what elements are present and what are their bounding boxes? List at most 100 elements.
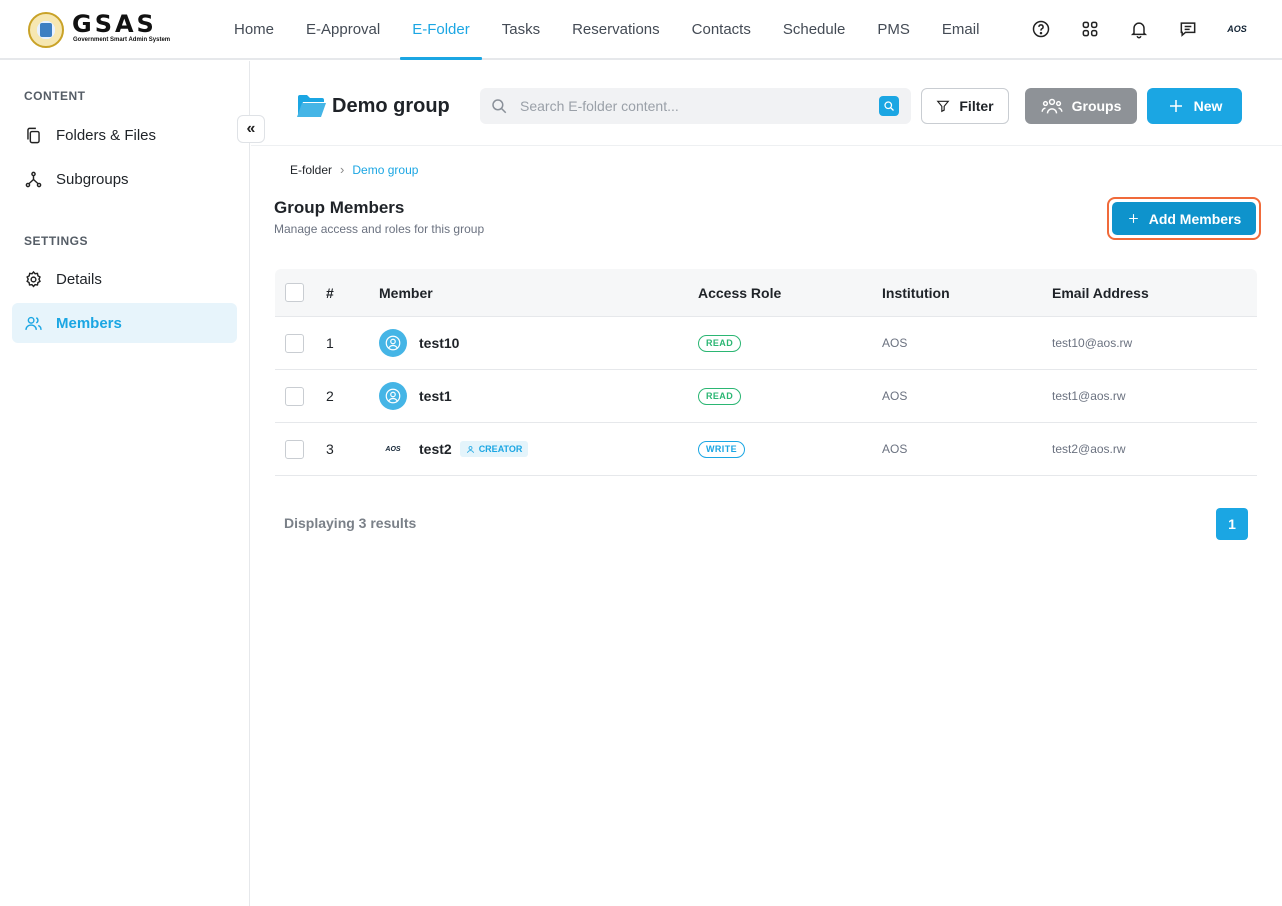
bell-icon[interactable] bbox=[1124, 14, 1154, 44]
search-icon bbox=[884, 101, 894, 111]
member-cell: test10 bbox=[379, 317, 459, 369]
gear-icon bbox=[26, 270, 41, 287]
nav-e-approval[interactable]: E-Approval bbox=[294, 0, 392, 58]
access-role-badge: WRITE bbox=[698, 440, 745, 458]
column-header-number: # bbox=[326, 284, 334, 301]
groups-icon bbox=[1041, 98, 1063, 114]
institution: AOS bbox=[882, 389, 908, 403]
table-row[interactable]: 1 test10 READ AOS test10@aos.rw bbox=[275, 317, 1257, 370]
nav-pms[interactable]: PMS bbox=[865, 0, 922, 58]
sidebar-item-members[interactable]: Members bbox=[12, 303, 237, 343]
breadcrumb: E-folder › Demo group bbox=[290, 162, 418, 177]
column-header-email[interactable]: Email Address bbox=[1052, 269, 1149, 316]
subgroups-icon bbox=[25, 171, 42, 187]
filter-button[interactable]: Filter bbox=[921, 88, 1009, 124]
nav-reservations[interactable]: Reservations bbox=[560, 0, 672, 58]
member-name: test10 bbox=[419, 335, 460, 351]
settings-section-label: SETTINGS bbox=[24, 234, 89, 248]
gsas-logo[interactable]: GSAS Government Smart Admin System bbox=[28, 10, 188, 50]
search-bar bbox=[480, 88, 911, 124]
filter-icon bbox=[936, 100, 950, 113]
sidebar-item-label: Folders & Files bbox=[56, 126, 157, 144]
table-row[interactable]: 3 AOS test2 CREATOR WRITE AOS test2@aos.… bbox=[275, 423, 1257, 476]
search-input[interactable] bbox=[520, 88, 860, 124]
sidebar-item-label: Members bbox=[56, 314, 122, 332]
results-count: Displaying 3 results bbox=[284, 515, 417, 531]
chevron-right-icon: › bbox=[340, 162, 345, 177]
user-avatar-icon bbox=[379, 382, 407, 410]
row-checkbox[interactable] bbox=[285, 386, 304, 406]
sidebar-item-folders-files[interactable]: Folders & Files bbox=[12, 115, 237, 155]
access-role-badge: READ bbox=[698, 334, 742, 352]
content-header: Demo group Filter Groups New bbox=[251, 61, 1282, 146]
filter-label: Filter bbox=[959, 98, 994, 114]
email-address: test10@aos.rw bbox=[1052, 336, 1133, 350]
breadcrumb-root[interactable]: E-folder bbox=[290, 163, 332, 177]
add-members-label: Add Members bbox=[1148, 210, 1242, 227]
top-bar: GSAS Government Smart Admin System Home … bbox=[0, 0, 1282, 60]
nav-schedule[interactable]: Schedule bbox=[771, 0, 858, 58]
nav-email[interactable]: Email bbox=[930, 0, 992, 58]
plus-icon bbox=[1169, 100, 1182, 112]
user-icon bbox=[466, 445, 474, 453]
breadcrumb-current[interactable]: Demo group bbox=[352, 163, 418, 177]
folder-title-text: Demo group bbox=[332, 94, 450, 117]
content-section-label: CONTENT bbox=[24, 89, 86, 103]
folder-title: Demo group bbox=[297, 93, 450, 119]
member-cell: test1 bbox=[379, 370, 452, 422]
email-address: test1@aos.rw bbox=[1052, 389, 1126, 403]
add-members-highlight: Add Members bbox=[1107, 197, 1261, 240]
row-number: 3 bbox=[326, 441, 334, 457]
folder-open-icon bbox=[297, 95, 326, 117]
brand-name: GSAS bbox=[72, 10, 157, 38]
row-checkbox[interactable] bbox=[285, 439, 304, 459]
sidebar: CONTENT Folders & Files Subgroups SETTIN… bbox=[0, 61, 250, 906]
national-seal-icon bbox=[28, 12, 64, 48]
search-icon bbox=[492, 99, 507, 114]
help-icon[interactable] bbox=[1026, 14, 1056, 44]
files-icon bbox=[27, 127, 40, 143]
table-row[interactable]: 2 test1 READ AOS test1@aos.rw bbox=[275, 370, 1257, 423]
sidebar-item-details[interactable]: Details bbox=[12, 259, 237, 299]
nav-home[interactable]: Home bbox=[222, 0, 286, 58]
members-table: # Member Access Role Institution Email A… bbox=[275, 269, 1257, 476]
creator-badge: CREATOR bbox=[459, 441, 529, 457]
new-label: New bbox=[1193, 98, 1223, 114]
apps-grid-icon[interactable] bbox=[1075, 14, 1105, 44]
column-header-institution[interactable]: Institution bbox=[882, 269, 950, 316]
brand-subtitle: Government Smart Admin System bbox=[73, 37, 171, 43]
groups-label: Groups bbox=[1071, 98, 1122, 114]
email-address: test2@aos.rw bbox=[1052, 442, 1126, 456]
member-name: test2 bbox=[419, 441, 452, 457]
access-role-badge: READ bbox=[698, 387, 742, 405]
org-avatar[interactable]: AOS bbox=[1222, 14, 1252, 44]
users-icon bbox=[25, 316, 42, 330]
sidebar-item-label: Details bbox=[56, 270, 102, 288]
plus-icon bbox=[1128, 214, 1138, 223]
chat-icon[interactable] bbox=[1173, 14, 1203, 44]
new-button[interactable]: New bbox=[1147, 88, 1242, 124]
column-header-access-role[interactable]: Access Role bbox=[698, 269, 781, 316]
row-checkbox[interactable] bbox=[285, 333, 304, 353]
add-members-button[interactable]: Add Members bbox=[1112, 202, 1256, 235]
sidebar-item-label: Subgroups bbox=[56, 170, 129, 188]
nav-tasks[interactable]: Tasks bbox=[490, 0, 552, 58]
creator-badge-label: CREATOR bbox=[478, 444, 523, 454]
pagination-page-button[interactable]: 1 bbox=[1216, 508, 1248, 540]
row-number: 1 bbox=[326, 335, 334, 351]
nav-contacts[interactable]: Contacts bbox=[680, 0, 763, 58]
member-name: test1 bbox=[419, 388, 452, 404]
user-avatar-icon bbox=[379, 329, 407, 357]
groups-button[interactable]: Groups bbox=[1025, 88, 1137, 124]
top-icons: AOS bbox=[1007, 14, 1252, 44]
search-submit-button[interactable] bbox=[879, 96, 899, 116]
main-nav: Home E-Approval E-Folder Tasks Reservati… bbox=[222, 0, 999, 60]
select-all-checkbox[interactable] bbox=[285, 283, 304, 302]
org-avatar: AOS bbox=[385, 445, 401, 453]
member-cell: AOS test2 CREATOR bbox=[379, 423, 529, 475]
institution: AOS bbox=[882, 442, 908, 456]
nav-e-folder[interactable]: E-Folder bbox=[400, 0, 482, 60]
sidebar-item-subgroups[interactable]: Subgroups bbox=[12, 159, 237, 199]
page-subtitle: Manage access and roles for this group bbox=[274, 222, 485, 236]
column-header-member[interactable]: Member bbox=[379, 269, 433, 316]
